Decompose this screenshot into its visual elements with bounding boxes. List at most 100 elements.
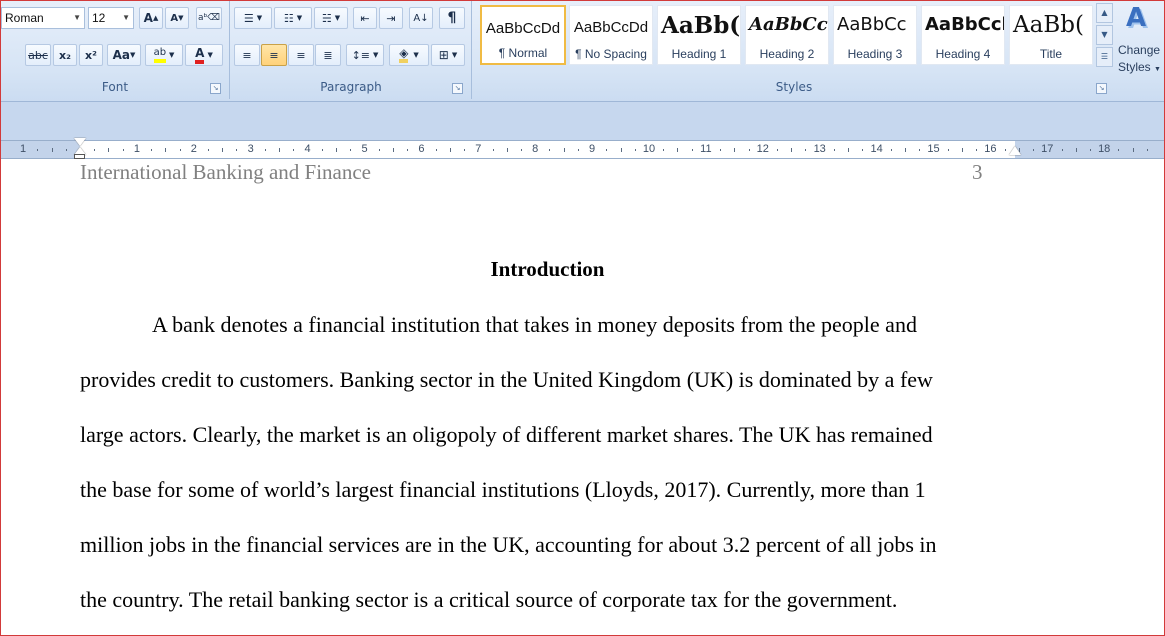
- left-indent-icon[interactable]: [74, 154, 85, 159]
- ruler-number: 1: [133, 143, 140, 155]
- ruler-tick: [620, 148, 622, 152]
- ruler-number: 7: [475, 143, 482, 155]
- ruler-dot: [65, 149, 67, 151]
- ruler-tick: [165, 148, 167, 152]
- line-spacing-button[interactable]: ↕≡ ▼: [346, 44, 384, 66]
- shrink-font-icon: A: [170, 12, 179, 24]
- ruler-dot: [663, 149, 665, 151]
- ruler-tick: [961, 148, 963, 152]
- subscript-button[interactable]: x₂: [53, 44, 77, 66]
- increase-indent-icon: ⇥: [386, 11, 396, 25]
- show-hide-button[interactable]: ¶: [439, 7, 465, 29]
- font-name-combo[interactable]: Roman ▼: [1, 7, 85, 29]
- justify-button[interactable]: ≣: [315, 44, 341, 66]
- superscript-icon: x²: [85, 48, 97, 62]
- body-line: the base for some of world’s largest fin…: [80, 477, 926, 502]
- ruler-dot: [720, 149, 722, 151]
- style-heading-3[interactable]: AaBbCc Heading 3: [833, 5, 917, 65]
- align-center-button[interactable]: ≡: [261, 44, 287, 66]
- ruler-dot: [1033, 149, 1035, 151]
- ruler-number: 1: [20, 143, 27, 155]
- chevron-down-icon: ▼: [122, 13, 130, 22]
- change-case-button[interactable]: Aa ▼: [107, 44, 141, 66]
- strikethrough-button[interactable]: abc: [25, 44, 51, 66]
- font-color-icon: A: [195, 46, 205, 64]
- superscript-button[interactable]: x²: [79, 44, 103, 66]
- ruler-number: 9: [589, 143, 596, 155]
- font-dialog-launcher-icon[interactable]: ↘: [210, 83, 221, 94]
- ruler-left-margin: [1, 141, 80, 158]
- body-line: the country. The retail banking sector i…: [80, 587, 898, 612]
- document-page[interactable]: International Banking and Finance 3 Intr…: [1, 160, 1164, 635]
- ruler-dot: [236, 149, 238, 151]
- borders-button[interactable]: ⊞ ▼: [431, 44, 465, 66]
- gallery-scroll-up-button[interactable]: ▲: [1096, 3, 1113, 23]
- horizontal-ruler[interactable]: 1 1 2 3 4 5 6 7 8 9 10 11 12 13 14 15 16 17 18: [1, 138, 1164, 159]
- ruler-dot: [492, 149, 494, 151]
- ruler-dot: [1146, 149, 1148, 151]
- styles-dialog-launcher-icon[interactable]: ↘: [1096, 83, 1107, 94]
- style-heading-1[interactable]: AaBb( Heading 1: [657, 5, 741, 65]
- ruler-number: 18: [1098, 143, 1111, 155]
- style-heading-2[interactable]: AaBbCc Heading 2: [745, 5, 829, 65]
- multilevel-list-icon: ☵: [321, 11, 332, 25]
- first-line-indent-icon[interactable]: [74, 138, 86, 146]
- ruler-tick: [677, 148, 679, 152]
- decrease-indent-button[interactable]: ⇤: [353, 7, 377, 29]
- font-group: Roman ▼ 12 ▼ A ▲ A ▼ aᵇ⌫ abc x₂ x² Aa ▼ ab ▼…: [1, 1, 230, 99]
- word-window: Roman ▼ 12 ▼ A ▲ A ▼ aᵇ⌫ abc x₂ x² Aa ▼ ab ▼…: [0, 0, 1165, 636]
- gallery-more-button[interactable]: ☰: [1096, 47, 1113, 67]
- bullets-button[interactable]: ☰ ▼: [234, 7, 272, 29]
- align-left-button[interactable]: ≡: [234, 44, 260, 66]
- style-heading-4[interactable]: AaBbCcl Heading 4: [921, 5, 1005, 65]
- bullets-icon: ☰: [243, 11, 254, 25]
- align-right-button[interactable]: ≡: [288, 44, 314, 66]
- ruler-tick: [905, 148, 907, 152]
- font-size-combo[interactable]: 12 ▼: [88, 7, 134, 29]
- ruler-dot: [151, 149, 153, 151]
- style-sample: AaBb(: [661, 12, 740, 39]
- ruler-number: 14: [870, 143, 883, 155]
- subscript-icon: x₂: [59, 48, 71, 62]
- highlighter-icon: ab: [153, 47, 167, 63]
- style-name: Heading 3: [847, 47, 903, 61]
- body-line: million jobs in the financial services a…: [80, 532, 937, 557]
- multilevel-list-button[interactable]: ☵ ▼: [314, 7, 348, 29]
- clear-formatting-icon: aᵇ⌫: [197, 13, 221, 23]
- ruler-tick: [791, 148, 793, 152]
- change-styles-button[interactable]: A Change Styles ▼: [1116, 3, 1164, 79]
- ruler-number: 2: [190, 143, 197, 155]
- ruler-number: 11: [700, 143, 712, 155]
- align-center-icon: ≡: [269, 48, 279, 62]
- ruler-dot: [947, 149, 949, 151]
- change-styles-label-2-text: Styles: [1118, 60, 1151, 74]
- ruler-dot: [435, 149, 437, 151]
- increase-indent-button[interactable]: ⇥: [379, 7, 403, 29]
- shading-button[interactable]: ◈ ▼: [389, 44, 429, 66]
- ruler-tick: [1075, 148, 1077, 152]
- style-no-spacing[interactable]: AaBbCcDd ¶ No Spacing: [569, 5, 653, 65]
- right-indent-icon[interactable]: [1009, 146, 1021, 155]
- ruler-dot: [634, 149, 636, 151]
- gallery-scroll-down-button[interactable]: ▼: [1096, 25, 1113, 45]
- shrink-font-button[interactable]: A ▼: [165, 7, 189, 29]
- ruler-tick: [1132, 148, 1134, 152]
- style-normal[interactable]: AaBbCcDd ¶ Normal: [480, 5, 566, 65]
- ruler-tick: [848, 148, 850, 152]
- ruler-number: 17: [1041, 143, 1054, 155]
- sort-button[interactable]: A↓: [409, 7, 433, 29]
- ruler-dot: [407, 149, 409, 151]
- style-sample: AaBbCc: [749, 14, 828, 35]
- highlight-button[interactable]: ab ▼: [145, 44, 183, 66]
- numbering-button[interactable]: ☷ ▼: [274, 7, 312, 29]
- borders-icon: ⊞: [438, 48, 449, 62]
- font-color-button[interactable]: A ▼: [185, 44, 223, 66]
- ruler-number: 6: [418, 143, 425, 155]
- decrease-indent-icon: ⇤: [360, 11, 370, 25]
- body-line: provides credit to customers. Banking se…: [80, 367, 933, 392]
- style-title[interactable]: AaBb( Title: [1009, 5, 1093, 65]
- grow-font-button[interactable]: A ▲: [139, 7, 163, 29]
- ruler-number: 16: [984, 143, 997, 155]
- paragraph-dialog-launcher-icon[interactable]: ↘: [452, 83, 463, 94]
- clear-formatting-button[interactable]: aᵇ⌫: [196, 7, 222, 29]
